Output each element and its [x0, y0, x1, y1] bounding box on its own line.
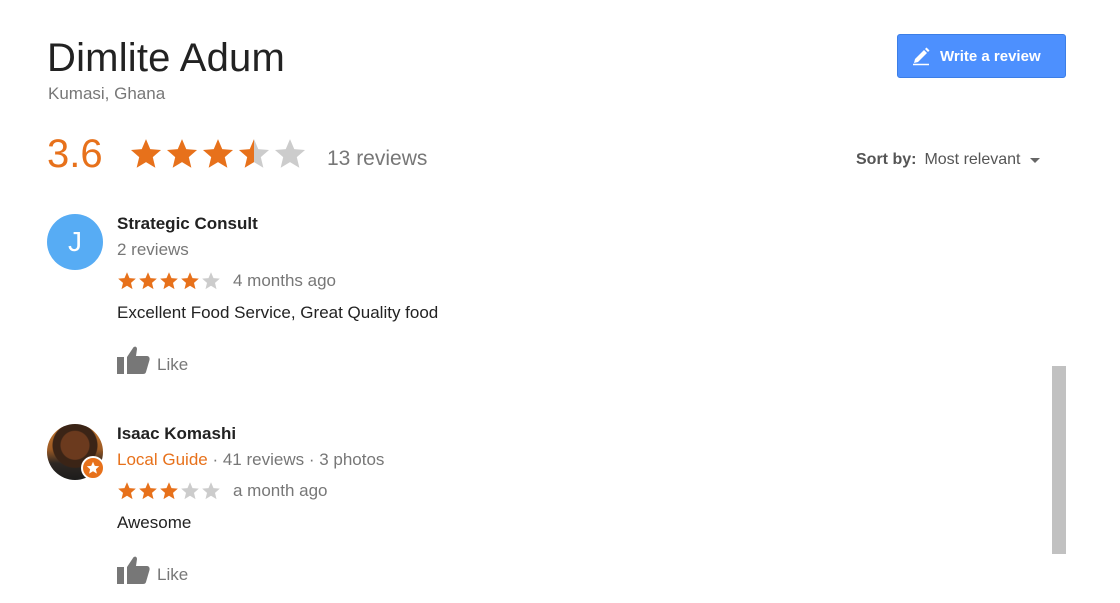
star-icon — [202, 139, 234, 168]
star-icon — [118, 482, 136, 500]
local-guide-label[interactable]: Local Guide — [117, 450, 208, 469]
like-label: Like — [157, 564, 189, 584]
sort-label: Sort by: — [856, 151, 917, 168]
pencil-icon — [910, 45, 932, 67]
avatar[interactable] — [47, 424, 105, 480]
review-time: a month ago — [233, 481, 328, 500]
avatar[interactable]: J — [47, 214, 103, 270]
rating-summary: 3.6 13 reviews — [47, 132, 427, 176]
scrollbar-thumb[interactable] — [1052, 366, 1066, 554]
star-icon — [139, 272, 157, 290]
chevron-down-icon — [1029, 157, 1040, 163]
sort-value: Most relevant — [924, 151, 1021, 168]
like-button[interactable]: Like — [117, 555, 384, 590]
like-button[interactable]: Like — [117, 345, 438, 380]
review-text: Awesome — [117, 513, 192, 532]
star-icon — [130, 139, 162, 168]
star-icon — [238, 139, 270, 168]
like-label: Like — [157, 354, 189, 374]
star-icon — [166, 139, 198, 168]
star-icon — [181, 272, 199, 290]
average-rating: 3.6 — [47, 132, 103, 176]
star-icon — [202, 272, 220, 290]
star-icon — [160, 272, 178, 290]
place-location: Kumasi, Ghana — [48, 84, 166, 103]
write-review-button[interactable]: Write a review — [897, 34, 1066, 78]
star-icon — [202, 482, 220, 500]
star-icon — [160, 482, 178, 500]
reviewer-meta: Local Guide · 41 reviews · 3 photos — [117, 450, 384, 470]
star-icon — [118, 272, 136, 290]
sort-dropdown[interactable]: Sort by: Most relevant — [856, 151, 1040, 169]
thumbs-up-icon — [117, 345, 151, 380]
review-text: Excellent Food Service, Great Quality fo… — [117, 303, 439, 322]
star-icon — [139, 482, 157, 500]
avatar-letter: J — [68, 226, 82, 257]
write-review-label: Write a review — [940, 47, 1041, 65]
reviewer-name[interactable]: Strategic Consult — [117, 214, 438, 234]
star-icon — [181, 482, 199, 500]
review-stars — [117, 271, 221, 291]
place-title: Dimlite Adum — [47, 36, 286, 80]
star-icon — [274, 139, 306, 168]
reviewer-review-count: 2 reviews — [117, 240, 189, 259]
review-stars — [117, 481, 221, 501]
reviewer-review-count: · 41 reviews · 3 photos — [207, 450, 385, 469]
local-guide-badge-icon — [81, 456, 105, 480]
reviewer-name[interactable]: Isaac Komashi — [117, 424, 384, 444]
average-stars — [129, 137, 307, 171]
reviewer-meta: 2 reviews — [117, 240, 438, 260]
reviews-count[interactable]: 13 reviews — [327, 147, 427, 171]
thumbs-up-icon — [117, 555, 151, 590]
review-time: 4 months ago — [233, 271, 337, 290]
